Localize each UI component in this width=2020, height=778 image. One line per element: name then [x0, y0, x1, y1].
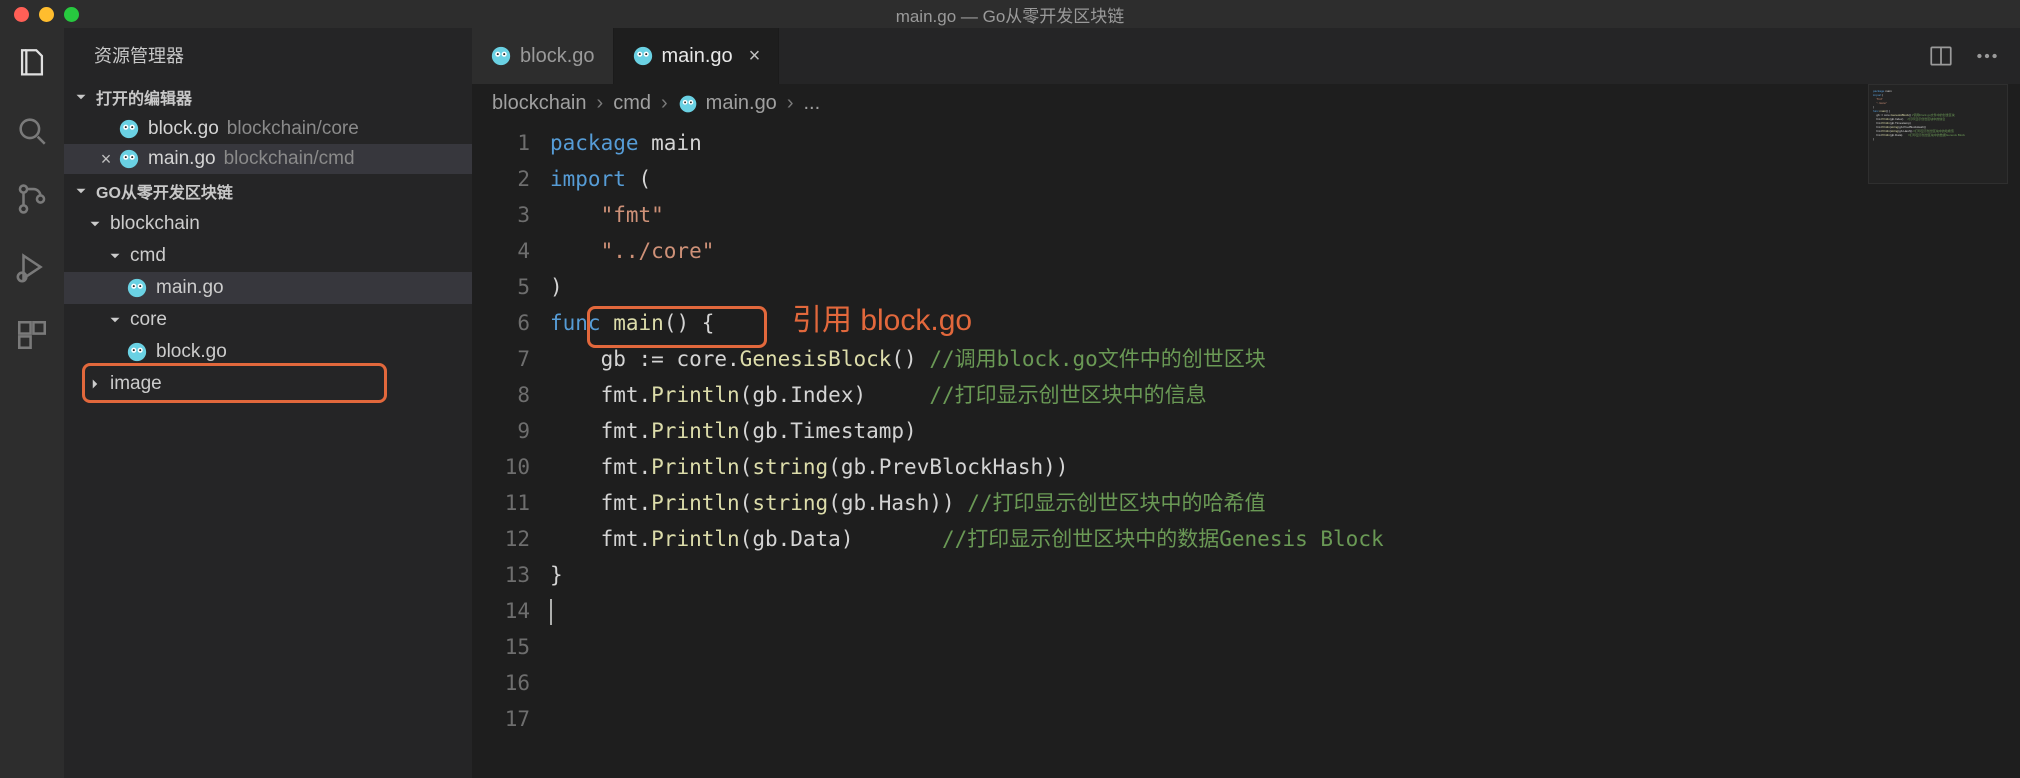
go-file-icon [490, 45, 512, 67]
code-content[interactable]: package mainimport ( "fmt" "../core")fun… [550, 123, 2020, 778]
file-main-go[interactable]: main.go [64, 272, 472, 304]
tab-label: block.go [520, 45, 595, 68]
open-editor-filename: block.go [148, 118, 219, 140]
annotation-highlight-sidebar [82, 363, 387, 403]
open-editors-label: 打开的编辑器 [96, 85, 192, 109]
go-file-icon [118, 118, 140, 140]
go-file-icon [118, 148, 140, 170]
open-editor-filename: main.go [148, 148, 216, 170]
activity-bar [0, 28, 64, 778]
folder-cmd[interactable]: cmd [64, 240, 472, 272]
files-icon[interactable] [15, 46, 49, 80]
tab-bar: block.go main.go × [472, 28, 2020, 84]
explorer-title: 资源管理器 [64, 28, 472, 80]
extensions-icon[interactable] [15, 318, 49, 352]
go-file-icon [632, 45, 654, 67]
source-control-icon[interactable] [15, 182, 49, 216]
debug-icon[interactable] [15, 250, 49, 284]
close-window-button[interactable] [14, 7, 29, 22]
minimap[interactable]: package mainimport ( "fmt" "../core")fun… [1868, 84, 2008, 184]
window-title: main.go — Go从零开发区块链 [0, 2, 2020, 27]
editor-area: block.go main.go × blockchain › cmd › [472, 28, 2020, 778]
open-editor-filepath: blockchain/cmd [224, 148, 355, 170]
workspace-label: GO从零开发区块链 [96, 179, 233, 203]
open-editor-filepath: blockchain/core [227, 118, 359, 140]
breadcrumbs[interactable]: blockchain › cmd › main.go › ... [472, 84, 2020, 123]
go-file-icon [126, 341, 148, 363]
tab-main-go[interactable]: main.go × [614, 28, 780, 84]
breadcrumb-sep: › [591, 92, 610, 115]
breadcrumb-sep: › [781, 92, 800, 115]
breadcrumb-seg[interactable]: cmd [613, 92, 651, 115]
more-icon[interactable] [1974, 43, 2000, 69]
explorer-sidebar: 资源管理器 打开的编辑器 block.go blockchain/core × … [64, 28, 472, 778]
breadcrumb-sep: › [655, 92, 674, 115]
code-editor[interactable]: 1234567891011121314151617 package mainim… [472, 123, 2020, 778]
annotation-highlight-core [587, 306, 767, 348]
open-editor-block-go[interactable]: block.go blockchain/core [64, 114, 472, 144]
breadcrumb-seg[interactable]: blockchain [492, 92, 587, 115]
go-file-icon [126, 277, 148, 299]
maximize-window-button[interactable] [64, 7, 79, 22]
close-tab-button[interactable]: × [749, 45, 761, 68]
folder-core[interactable]: core [64, 304, 472, 336]
tab-label: main.go [662, 45, 733, 68]
editor-actions [1928, 28, 2020, 84]
line-number-gutter: 1234567891011121314151617 [472, 123, 550, 778]
workspace-section[interactable]: GO从零开发区块链 [64, 174, 472, 208]
close-editor-button[interactable]: × [94, 149, 118, 170]
folder-blockchain[interactable]: blockchain [64, 208, 472, 240]
search-icon[interactable] [15, 114, 49, 148]
tab-block-go[interactable]: block.go [472, 28, 614, 84]
title-bar: main.go — Go从零开发区块链 [0, 0, 2020, 28]
split-editor-icon[interactable] [1928, 43, 1954, 69]
breadcrumb-seg[interactable]: ... [803, 92, 820, 115]
breadcrumb-seg[interactable]: main.go [706, 92, 777, 115]
open-editors-section[interactable]: 打开的编辑器 [64, 80, 472, 114]
minimize-window-button[interactable] [39, 7, 54, 22]
go-file-icon [678, 94, 698, 114]
window-controls [0, 7, 79, 22]
open-editor-main-go[interactable]: × main.go blockchain/cmd [64, 144, 472, 174]
